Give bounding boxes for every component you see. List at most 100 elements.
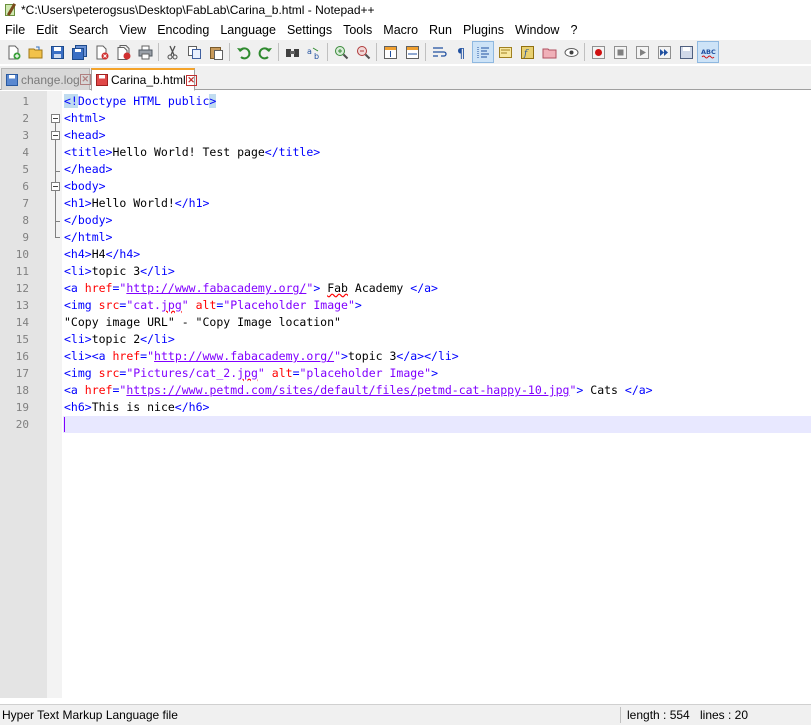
code-text[interactable]: <h6>This is nice</h6> <box>63 399 811 416</box>
menu-settings[interactable]: Settings <box>282 20 338 40</box>
code-line[interactable]: 8 </body> <box>0 212 811 229</box>
editor[interactable]: 1 <!Doctype HTML public> 2 <html> 3 <head> 4 <t… <box>0 91 811 698</box>
code-text[interactable]: <li>topic 3</li> <box>63 263 811 280</box>
code-line[interactable]: 11 <li>topic 3</li> <box>0 263 811 280</box>
new-file-button[interactable] <box>2 41 24 63</box>
copy-button[interactable] <box>183 41 205 63</box>
code-line[interactable]: 5 </head> <box>0 161 811 178</box>
code-text[interactable]: <h1>Hello World!</h1> <box>63 195 811 212</box>
run-macro-multiple-button[interactable] <box>653 41 675 63</box>
code-text[interactable]: <h4>H4</h4> <box>63 246 811 263</box>
code-text[interactable]: <!Doctype HTML public> <box>63 93 811 110</box>
cut-button[interactable] <box>161 41 183 63</box>
code-line[interactable]: 9 </html> <box>0 229 811 246</box>
code-text[interactable]: </head> <box>63 161 811 178</box>
code-line[interactable]: 15 <li>topic 2</li> <box>0 331 811 348</box>
play-macro-button[interactable] <box>631 41 653 63</box>
code-text[interactable]: </body> <box>63 212 811 229</box>
monitoring-button[interactable] <box>560 41 582 63</box>
code-text[interactable]: <li>topic 2</li> <box>63 331 811 348</box>
code-text[interactable]: <a href="https://www.petmd.com/sites/def… <box>63 382 811 399</box>
code-text[interactable]: <a href="http://www.fabacademy.org/"> Fa… <box>63 280 811 297</box>
menu-search[interactable]: Search <box>64 20 115 40</box>
code-line[interactable]: 6 <body> <box>0 178 811 195</box>
code-text[interactable]: <title>Hello World! Test page</title> <box>63 144 811 161</box>
undo-button[interactable] <box>232 41 254 63</box>
save-button[interactable] <box>46 41 68 63</box>
show-all-characters-button[interactable]: ¶ <box>450 41 472 63</box>
menu-view[interactable]: View <box>114 20 152 40</box>
code-line[interactable]: 20 <box>0 416 811 433</box>
code-text[interactable]: "Copy image URL" - "Copy Image location" <box>63 314 811 331</box>
code-line[interactable]: 17 <img src="Pictures/cat_2.jpg" alt="pla… <box>0 365 811 382</box>
close-tab-icon[interactable]: ✕ <box>79 74 91 85</box>
code-line[interactable]: 16 <li><a href="http://www.fabacademy.org… <box>0 348 811 365</box>
sync-horizontal-button[interactable] <box>401 41 423 63</box>
menu-language[interactable]: Language <box>215 20 282 40</box>
menu-help[interactable]: ? <box>565 20 583 40</box>
find-button[interactable] <box>281 41 303 63</box>
code-line[interactable]: 4 <title>Hello World! Test page</title> <box>0 144 811 161</box>
print-button[interactable] <box>134 41 156 63</box>
code-text[interactable]: <li><a href="http://www.fabacademy.org/"… <box>63 348 811 365</box>
line-number: 5 <box>22 163 29 176</box>
code-text[interactable]: <img src="cat.jpg" alt="Placeholder Imag… <box>63 297 811 314</box>
tab-carina-b-html[interactable]: Carina_b.html ✕ <box>91 68 197 91</box>
code-text[interactable]: <html> <box>63 110 811 127</box>
code-line[interactable]: 7 <h1>Hello World!</h1> <box>0 195 811 212</box>
code-text[interactable]: <img src="Pictures/cat_2.jpg" alt="place… <box>63 365 811 382</box>
code-line[interactable]: 2 <html> <box>0 110 811 127</box>
replace-button[interactable]: ab <box>303 41 325 63</box>
code-line[interactable]: 14 "Copy image URL" - "Copy Image locatio… <box>0 314 811 331</box>
paste-button[interactable] <box>205 41 227 63</box>
menu-tools[interactable]: Tools <box>338 20 378 40</box>
code-line[interactable]: 18 <a href="https://www.petmd.com/sites/d… <box>0 382 811 399</box>
doc-map-button[interactable] <box>494 41 516 63</box>
folder-workspace-button[interactable] <box>538 41 560 63</box>
code-line[interactable]: 10 <h4>H4</h4> <box>0 246 811 263</box>
code-line[interactable]: 3 <head> <box>0 127 811 144</box>
tab-change-log[interactable]: change.log ✕ <box>1 68 91 90</box>
code-line[interactable]: 12 <a href="http://www.fabacademy.org/"> … <box>0 280 811 297</box>
menu-run[interactable]: Run <box>424 20 458 40</box>
code-text[interactable] <box>63 416 811 433</box>
zoom-in-button[interactable] <box>330 41 352 63</box>
menu-edit[interactable]: Edit <box>31 20 64 40</box>
fold-toggle-html[interactable] <box>51 114 60 123</box>
code-line[interactable]: 19 <h6>This is nice</h6> <box>0 399 811 416</box>
sync-vertical-icon <box>383 45 397 59</box>
zoom-out-icon <box>356 45 370 59</box>
token-tag: <h1> <box>64 196 92 210</box>
close-tab-icon[interactable]: ✕ <box>185 74 197 86</box>
menu-encoding[interactable]: Encoding <box>152 20 215 40</box>
save-macro-button[interactable] <box>675 41 697 63</box>
token-url: http://www.fabacademy.org/ <box>154 349 335 363</box>
menu-window[interactable]: Window <box>510 20 565 40</box>
record-macro-button[interactable] <box>587 41 609 63</box>
code-text[interactable]: </html> <box>63 229 811 246</box>
save-all-button[interactable] <box>68 41 90 63</box>
indent-guide-button[interactable] <box>472 41 494 63</box>
redo-button[interactable] <box>254 41 276 63</box>
fold-toggle-head[interactable] <box>51 131 60 140</box>
zoom-out-button[interactable] <box>352 41 374 63</box>
token-val: "Pictures/cat_2. <box>126 366 238 380</box>
record-macro-icon <box>591 45 605 59</box>
line-number: 6 <box>22 180 29 193</box>
close-button[interactable] <box>90 41 112 63</box>
open-file-button[interactable] <box>24 41 46 63</box>
stop-record-button[interactable] <box>609 41 631 63</box>
code-text[interactable]: <head> <box>63 127 811 144</box>
menu-macro[interactable]: Macro <box>378 20 424 40</box>
close-all-button[interactable] <box>112 41 134 63</box>
function-list-button[interactable]: f <box>516 41 538 63</box>
code-line[interactable]: 1 <!Doctype HTML public> <box>0 93 811 110</box>
word-wrap-button[interactable] <box>428 41 450 63</box>
code-text[interactable]: <body> <box>63 178 811 195</box>
sync-vertical-button[interactable] <box>379 41 401 63</box>
menu-plugins[interactable]: Plugins <box>458 20 510 40</box>
menu-file[interactable]: File <box>0 20 31 40</box>
fold-toggle-body[interactable] <box>51 182 60 191</box>
spell-check-button[interactable]: ABC <box>697 41 719 63</box>
code-line[interactable]: 13 <img src="cat.jpg" alt="Placeholder Im… <box>0 297 811 314</box>
